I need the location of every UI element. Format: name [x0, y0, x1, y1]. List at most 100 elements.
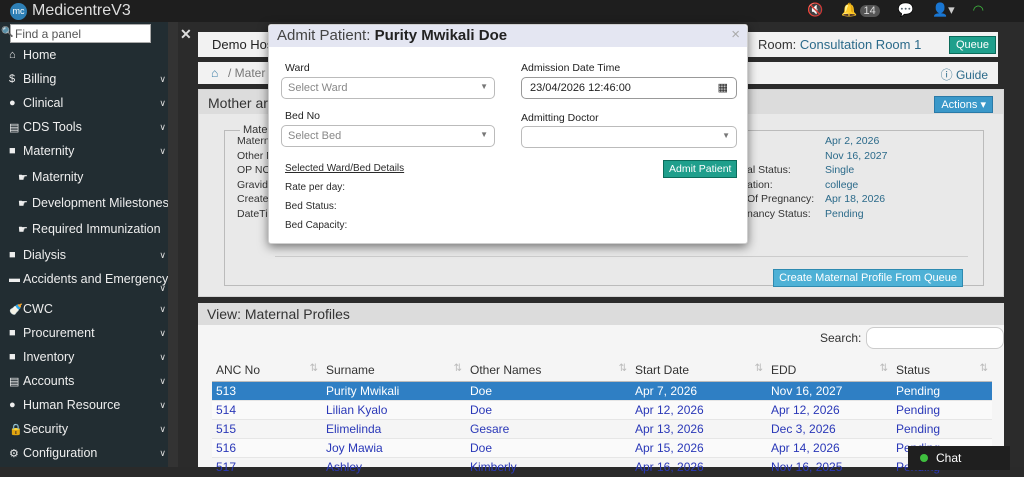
table-row[interactable]: 516Joy MawiaDoeApr 15, 2026Apr 14, 2026P… [212, 438, 992, 458]
sidebar-item-inventory[interactable]: ■ Inventory ∨ [0, 345, 178, 369]
chevron-down-icon: ∨ [159, 283, 166, 293]
user-menu-icon[interactable]: 👤▾ [932, 2, 955, 18]
create-maternal-profile-button[interactable]: Create Maternal Profile From Queue [773, 269, 963, 287]
field-value: Nov 16, 2027 [825, 149, 888, 162]
sidebar-item-billing[interactable]: $ Billing ∨ [0, 67, 178, 91]
file-icon: ■ [9, 249, 16, 261]
home-icon[interactable]: ⌂ [211, 66, 218, 80]
table-row[interactable]: 514 Lilian Kyalo Doe Apr 12, 2026 Apr 12, 20… [212, 400, 992, 420]
sidebar-scrollbar[interactable] [168, 22, 178, 467]
sidebar-item-cds-tools[interactable]: ▤ CDS Tools ∨ [0, 115, 178, 139]
table-cell: 516 [212, 438, 322, 458]
admission-datetime-input[interactable]: 23/04/2026 12:46:00 ▦ [521, 77, 737, 99]
close-panel-icon[interactable]: ✕ [180, 26, 192, 43]
sidebar-search-input[interactable]: Find a panel [10, 24, 151, 43]
chat-bubbles-icon[interactable]: 💬 [898, 2, 914, 18]
modal-title: Admit Patient: Purity Mwikali Doe [277, 27, 507, 44]
sidebar-item-label: Clinical [23, 96, 64, 110]
sidebar-item-label: Required Immunization [32, 222, 161, 236]
maternal-profiles-panel: View: Maternal Profiles Search: ANC No ⇅ … [198, 303, 1004, 477]
column-header[interactable]: Other Names ⇅ [466, 359, 631, 382]
brand[interactable]: mc MedicentreV3 [10, 2, 131, 20]
column-header[interactable]: Start Date ⇅ [631, 359, 767, 382]
actions-dropdown[interactable]: Actions ▾ [934, 96, 993, 113]
column-header[interactable]: Status ⇅ [892, 359, 992, 382]
sidebar-item-home[interactable]: ⌂ Home [0, 43, 178, 67]
column-label: Start Date [635, 363, 690, 377]
sort-icon: ⇅ [618, 363, 627, 374]
sidebar-item-procurement[interactable]: ■ Procurement ∨ [0, 321, 178, 345]
hospital-title: Demo Hos [212, 37, 274, 52]
table-cell: Pending [892, 400, 992, 420]
sidebar-item-human-resource[interactable]: ● Human Resource ∨ [0, 393, 178, 417]
breadcrumb-item[interactable]: / Mater [228, 66, 265, 80]
breadcrumb-label: Mater [234, 66, 266, 80]
guide-link[interactable]: ⓘ Guide [941, 66, 988, 83]
sidebar-item-security[interactable]: 🔒 Security ∨ [0, 417, 178, 441]
table-cell: 513 [212, 381, 322, 401]
ward-select[interactable]: Select Ward ▼ [281, 77, 495, 99]
sidebar-item-maternity[interactable]: ■ Maternity ∨ [0, 139, 178, 163]
sidebar-item-label: Development Milestones [32, 196, 169, 210]
chevron-down-icon: ∨ [159, 145, 166, 156]
mute-icon[interactable]: 🔇 [807, 2, 823, 18]
bell-icon[interactable]: 🔔 14 [841, 2, 880, 18]
sidebar-item-label: Configuration [23, 446, 98, 460]
table-row[interactable]: 517 Ashley Kimberly Apr 16, 2026 Nov 16, 202… [212, 457, 992, 477]
sort-icon: ⇅ [979, 363, 988, 374]
selected-ward-bed-details: Selected Ward/Bed Details [285, 163, 405, 174]
chat-widget[interactable]: Chat [908, 446, 1010, 470]
home-icon: ⌂ [9, 49, 16, 61]
list-icon: ▤ [9, 375, 20, 388]
sidebar-subitem-required-immunization[interactable]: ☛ Required Immunization [0, 217, 178, 241]
sidebar-item-dialysis[interactable]: ■ Dialysis ∨ [0, 243, 178, 267]
chevron-down-icon: ∨ [159, 351, 166, 362]
table-row[interactable]: 513 Purity Mwikali Doe Apr 7, 2026 Nov 16, 2… [212, 381, 992, 401]
sidebar-item-label: Inventory [23, 350, 75, 364]
sidebar-item-configuration[interactable]: ⚙ Configuration ∨ [0, 441, 178, 465]
baby-icon: 🍼 [9, 303, 23, 316]
table-search-input[interactable] [866, 327, 1004, 349]
admit-patient-modal: Admit Patient: Purity Mwikali Doe × Ward… [268, 24, 748, 244]
column-header[interactable]: EDD ⇅ [767, 359, 892, 382]
sidebar-item-label: Maternity [23, 144, 75, 158]
table-cell: Apr 15, 2026 [631, 438, 767, 458]
sidebar-item-cwc[interactable]: 🍼 CWC ∨ [0, 297, 178, 321]
room-label: Room: [758, 37, 797, 52]
chevron-down-icon: ∨ [159, 375, 166, 386]
table-cell: Apr 13, 2026 [631, 419, 767, 439]
bed-placeholder: Select Bed [288, 130, 342, 142]
dollar-icon: $ [9, 73, 16, 85]
table-cell: Apr 14, 2026 [767, 438, 892, 458]
chevron-down-icon: ∨ [159, 303, 166, 314]
chevron-down-icon: ∨ [159, 423, 166, 434]
sort-icon: ⇅ [879, 363, 888, 374]
bed-select[interactable]: Select Bed ▼ [281, 125, 495, 147]
sidebar-item-accounts[interactable]: ▤ Accounts ∨ [0, 369, 178, 393]
column-label: Other Names [470, 363, 542, 377]
room-value: Consultation Room 1 [799, 37, 922, 52]
close-icon[interactable]: × [731, 26, 740, 43]
table-row[interactable]: 515 Elimelinda Gesare Apr 13, 2026 Dec 3, 20… [212, 419, 992, 439]
sidebar-item-label: Human Resource [23, 398, 121, 412]
calendar-icon[interactable]: ▦ [718, 81, 728, 94]
queue-button[interactable]: Queue [949, 36, 997, 54]
table-cell: 517 [212, 457, 322, 477]
sidebar-item-accidents-emergency[interactable]: ▬ Accidents and Emergency ∨ [0, 267, 178, 293]
admit-patient-button[interactable]: Admit Patient [663, 160, 738, 178]
column-header[interactable]: ANC No ⇅ [212, 359, 322, 382]
admitting-doctor-select[interactable]: ▼ [521, 126, 737, 148]
sidebar-subitem-development-milestones[interactable]: ☛ Development Milestones [0, 191, 178, 215]
sidebar-item-label: CWC [23, 302, 53, 316]
chevron-down-icon: ∨ [159, 121, 166, 132]
table-cell: Doe [466, 438, 631, 458]
column-label: Surname [326, 363, 375, 377]
sidebar-item-clinical[interactable]: ● Clinical ∨ [0, 91, 178, 115]
column-header[interactable]: Surname ⇅ [322, 359, 466, 382]
hand-icon: ☛ [18, 223, 28, 236]
sidebar-item-label: Dialysis [23, 248, 67, 262]
sidebar-subitem-maternity[interactable]: ☛ Maternity [0, 165, 178, 189]
table-cell: Kimberly [466, 457, 631, 477]
right-labels: al Status: ation: Of Pregnancy: nancy St… [747, 134, 814, 221]
chevron-down-icon: ∨ [159, 249, 166, 260]
